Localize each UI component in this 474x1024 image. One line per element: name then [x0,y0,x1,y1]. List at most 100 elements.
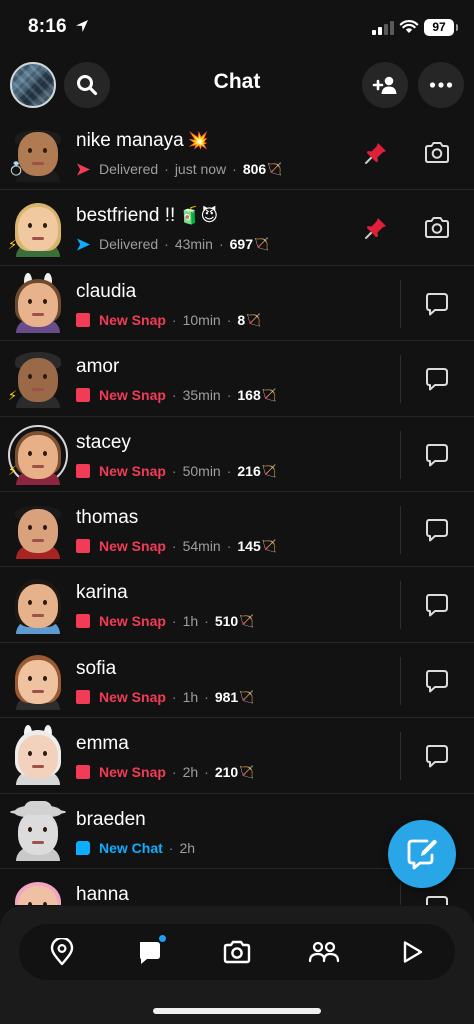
chat-row[interactable]: claudia New Snap · 10min · 8 🏹 [0,266,474,342]
chat-row[interactable]: karina New Snap · 1h · 510 🏹 [0,567,474,643]
chat-bubble-icon [426,518,448,542]
friend-avatar[interactable] [12,878,64,905]
reply-camera-button[interactable] [424,141,450,165]
battery-indicator: 97 [424,19,458,36]
chat-bubble-icon [426,745,448,768]
nav-chat[interactable] [134,933,168,968]
open-chat-button[interactable] [424,292,450,316]
chat-bubble-icon [426,594,448,617]
pin-icon [365,143,386,164]
chat-bubble-icon [426,443,448,467]
open-chat-button[interactable] [424,443,450,467]
name-emoji: 💥 [187,131,209,150]
friend-avatar[interactable] [12,350,64,409]
status-bar: 8:16 97 [0,0,474,56]
chat-list[interactable]: 💍 nike manaya 💥 Delivered · just now · 806 🏹… [0,115,474,905]
divider [400,882,401,905]
timestamp: 54min [182,537,221,554]
streak-arrow-icon: 🏹 [261,388,277,403]
nav-camera[interactable] [221,936,253,968]
streak-count: 697 [229,236,253,253]
friend-avatar[interactable] [12,272,64,333]
timestamp: 2h [182,764,199,781]
lightning-icon: ⚡ [8,236,18,252]
nav-map[interactable] [46,936,78,968]
open-chat-button[interactable] [424,669,450,693]
chat-row[interactable]: emma New Snap · 2h · 210 🏹 [0,718,474,794]
new-snap-icon [76,463,90,478]
chat-row[interactable]: sofia New Snap · 1h · 981 🏹 [0,643,474,719]
new-chat-button[interactable] [388,820,456,888]
friend-name: claudia [76,280,137,302]
friend-name: braeden [76,808,146,830]
home-indicator [153,1008,321,1014]
divider [400,581,401,630]
friend-avatar[interactable] [12,501,64,559]
friend-avatar[interactable] [10,800,66,861]
nav-spotlight[interactable] [396,936,428,968]
streak-count: 145 [237,537,261,554]
friend-avatar[interactable] [12,725,64,786]
add-friend-button[interactable] [362,62,408,108]
open-chat-button[interactable] [424,367,450,391]
timestamp: 43min [174,236,213,253]
chat-status: New Snap · 54min · 145 🏹 [76,538,277,554]
chat-bubble-icon [426,895,448,905]
location-arrow-icon [76,20,88,32]
open-chat-button[interactable] [424,895,450,905]
lightning-icon: ⚡ [8,387,18,403]
chat-row[interactable]: ⚡ bestfriend !! 🧃😈 Delivered · 43min · 697 🏹 [0,190,474,266]
ring-icon: 💍 [8,161,25,177]
chat-row[interactable]: ⚡ amor New Snap · 35min · 168 🏹 [0,341,474,417]
streak-arrow-icon: 🏹 [261,463,277,478]
status-text: New Chat [99,839,163,856]
chat-status: New Snap · 35min · 168 🏹 [76,387,277,403]
timestamp: just now [174,161,227,177]
friend-name: stacey [76,431,131,453]
streak-arrow-icon: 🏹 [246,312,262,327]
chat-row[interactable]: thomas New Snap · 54min · 145 🏹 [0,492,474,568]
friend-name: thomas [76,506,139,528]
streak-arrow-icon: 🏹 [239,689,255,704]
new-snap-icon [76,538,90,553]
nav-friends[interactable] [308,936,340,968]
open-chat-button[interactable] [424,593,450,617]
status-text: Delivered [99,236,159,253]
add-friend-icon [372,76,397,94]
pin-icon [365,218,386,240]
chat-status: New Snap · 1h · 510 🏹 [76,613,254,629]
chat-row[interactable]: ⚡ stacey New Snap · 50min · 216 🏹 [0,417,474,492]
status-text: New Snap [99,688,166,705]
unread-dot [157,933,168,944]
chat-status: New Snap · 50min · 216 🏹 [76,463,277,479]
open-chat-button[interactable] [424,744,450,768]
streak-count: 168 [237,387,261,404]
friend-name: bestfriend !! 🧃😈 [76,205,219,227]
status-text: New Snap [99,387,166,404]
chat-bubble-icon [426,368,448,391]
new-snap-icon [76,312,90,327]
new-snap-icon [76,689,90,704]
friend-avatar[interactable] [12,576,64,635]
chat-status: New Chat · 2h [76,840,195,856]
new-snap-icon [76,765,90,780]
status-time: 8:16 [28,16,67,37]
status-text: New Snap [99,462,166,479]
chat-status: Delivered · 43min · 697 🏹 [76,236,269,252]
reply-camera-button[interactable] [424,216,450,240]
more-options-button[interactable] [418,62,464,108]
friend-name: hanna [76,883,129,905]
friend-avatar[interactable] [12,199,64,258]
status-text: New Snap [99,613,166,630]
divider [400,355,401,404]
cellular-signal-icon [372,21,394,35]
chat-row[interactable]: 💍 nike manaya 💥 Delivered · just now · 806 🏹 [0,115,474,191]
friend-name: karina [76,582,128,604]
divider [400,279,401,328]
timestamp: 2h [179,839,196,856]
new-snap-icon [76,614,90,629]
streak-count: 806 [242,161,267,177]
friend-avatar[interactable] [12,652,64,710]
open-chat-button[interactable] [424,518,450,542]
camera-icon [425,217,449,239]
